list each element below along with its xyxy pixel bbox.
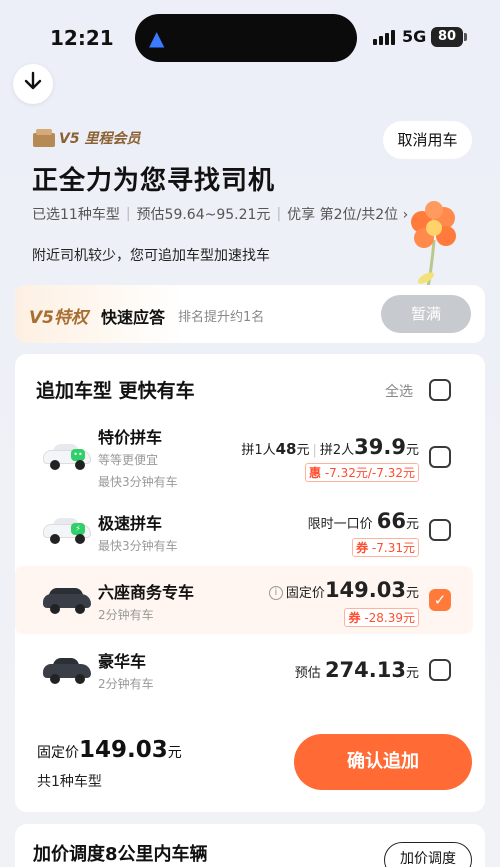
car-row-express-carpool[interactable]: ⚡ 极速拼车 最快3分钟有车 限时一口价 66元 券 -7.31元: [15, 502, 485, 564]
car-subtitle: 等等更便宜: [98, 453, 159, 467]
dynamic-island: ▲: [135, 14, 357, 62]
info-icon[interactable]: i: [268, 586, 283, 600]
add-car-type-card: 追加车型 更快有车 全选 •• 特价拼车 等等更便宜 最快3分钟有车 拼1人48…: [15, 354, 485, 812]
price-line: 限时一口价 66元: [307, 509, 419, 533]
car-eta: 最快3分钟有车: [98, 475, 178, 489]
car-row-luxury[interactable]: 豪华车 2分钟有车 预估 274.13元: [15, 638, 485, 704]
estimate-range: 预估59.64~95.21元: [136, 207, 271, 223]
status-bar: 12:21 ▲ 5G 80: [0, 0, 500, 70]
price-line: 拼1人48元 | 拼2人39.9元: [241, 435, 419, 459]
carpool-car-icon: ••: [43, 444, 91, 470]
car-eta: 最快3分钟有车: [98, 539, 178, 553]
car-name: 豪华车: [98, 652, 147, 671]
express-carpool-car-icon: ⚡: [43, 518, 91, 544]
queue-position: 优享 第2位/共2位 ›: [287, 207, 409, 223]
page-title: 正全力为您寻找司机: [32, 166, 276, 196]
status-time: 12:21: [50, 26, 114, 50]
car-row-six-seat-business[interactable]: 六座商务专车 2分钟有车 i 固定价149.03元 券 -28.39元 ✓: [15, 566, 473, 634]
select-all-label[interactable]: 全选: [385, 381, 413, 401]
back-button[interactable]: [13, 64, 53, 104]
car-name: 六座商务专车: [98, 583, 195, 602]
car-row-special-carpool[interactable]: •• 特价拼车 等等更便宜 最快3分钟有车 拼1人48元 | 拼2人39.9元 惠 …: [15, 416, 485, 494]
navigation-arrow-icon: ▲: [149, 26, 165, 50]
price-dispatch-title: 加价调度8公里内车辆: [33, 844, 208, 865]
car-name: 特价拼车: [98, 428, 163, 447]
add-car-title: 追加车型 更快有车: [36, 380, 195, 402]
flower-illustration: [404, 200, 464, 290]
arrow-down-icon: [24, 71, 42, 97]
car-checkbox[interactable]: [429, 659, 451, 681]
car-checkbox-checked[interactable]: ✓: [429, 589, 451, 611]
battery-tip: [464, 33, 467, 41]
price-line: i 固定价149.03元: [268, 578, 419, 602]
price-line: 预估 274.13元: [294, 658, 419, 682]
member-label: V5 里程会员: [59, 131, 141, 147]
discount-badge: 惠 -7.32元/-7.32元: [305, 463, 419, 482]
car-eta: 2分钟有车: [98, 608, 154, 622]
battery-icon: 80: [431, 27, 463, 47]
confirm-add-button[interactable]: 确认追加: [294, 734, 472, 790]
price-dispatch-button[interactable]: 加价调度: [384, 842, 472, 867]
coupon-badge: 券 -7.31元: [352, 538, 419, 557]
ride-summary[interactable]: 已选11种车型 | 预估59.64~95.21元 | 优享 第2位/共2位 ›: [32, 204, 408, 224]
fast-response-title: 快速应答: [101, 308, 166, 327]
car-checkbox[interactable]: [429, 446, 451, 468]
fast-response-subtitle: 排名提升约1名: [178, 310, 265, 325]
car-name: 极速拼车: [98, 514, 163, 533]
total-fixed-price: 固定价149.03元: [37, 737, 182, 763]
luxury-car-icon: [43, 658, 91, 684]
signal-icon: [373, 30, 395, 45]
selected-types: 已选11种车型: [32, 207, 120, 223]
v5-privilege-tag: V5特权: [29, 308, 88, 328]
selected-count: 共1种车型: [37, 774, 102, 790]
price-dispatch-card: 加价调度8公里内车辆 加价调度: [15, 824, 485, 867]
cancel-ride-button[interactable]: 取消用车: [383, 121, 472, 159]
network-type: 5G: [402, 27, 427, 46]
package-icon: [33, 129, 55, 147]
notice-text: 附近司机较少，您可追加车型加速找车: [32, 248, 270, 264]
v5-fast-response-card: V5特权 快速应答 排名提升约1名 暂满: [15, 285, 485, 343]
business-van-icon: [43, 588, 91, 614]
select-all-checkbox[interactable]: [429, 379, 451, 401]
coupon-badge: 券 -28.39元: [344, 608, 419, 627]
full-button[interactable]: 暂满: [381, 295, 471, 333]
member-badge: V5 里程会员: [33, 128, 140, 148]
car-checkbox[interactable]: [429, 519, 451, 541]
car-eta: 2分钟有车: [98, 677, 154, 691]
